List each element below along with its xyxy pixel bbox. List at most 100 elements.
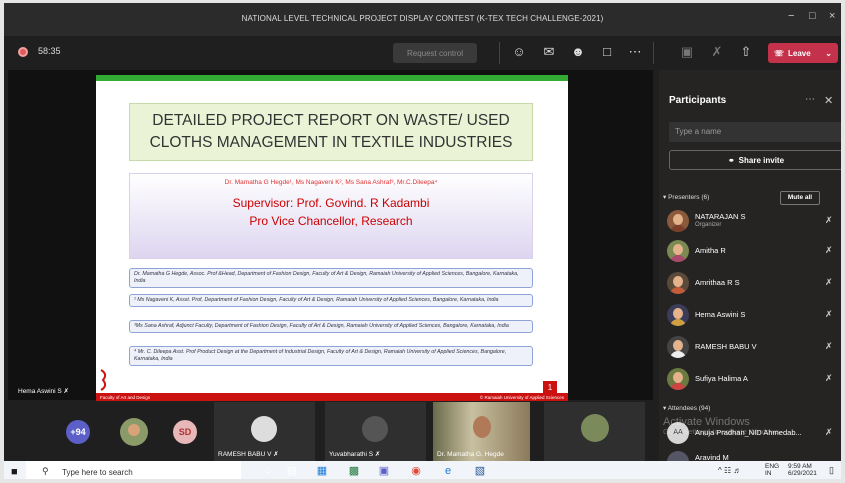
- task-view-icon[interactable]: ▤: [284, 463, 300, 479]
- participant-row[interactable]: RAMESH BABU V ✗: [667, 336, 843, 358]
- chrome-icon[interactable]: ◉: [408, 463, 424, 479]
- window-title-bar: NATIONAL LEVEL TECHNICAL PROJECT DISPLAY…: [0, 0, 845, 36]
- mic-off-icon[interactable]: ✗: [708, 44, 726, 60]
- word-icon[interactable]: ▧: [472, 463, 488, 479]
- avatar: [667, 240, 689, 262]
- participant-name: RAMESH BABU V: [695, 342, 757, 351]
- slide-supervisor: Supervisor: Prof. Govind. R Kadambi: [232, 196, 430, 210]
- participant-name: Amitha R: [695, 246, 726, 255]
- people-icon[interactable]: ☺: [510, 44, 528, 59]
- close-panel-icon[interactable]: ✕: [824, 94, 833, 107]
- participant-search-input[interactable]: Type a name: [669, 122, 843, 142]
- video-tile[interactable]: Yuvabharathi S ✗: [325, 402, 426, 461]
- minimize-button[interactable]: −: [788, 10, 794, 22]
- video-tile[interactable]: [544, 402, 645, 461]
- participant-row[interactable]: Aravind M: [667, 451, 843, 461]
- presenter-name: Hema Aswini S ✗: [18, 387, 69, 395]
- request-control-button[interactable]: Request control: [393, 43, 477, 63]
- meeting-timer: 58:35: [38, 46, 61, 56]
- file-explorer-icon[interactable]: ▦: [314, 463, 330, 479]
- cortana-icon[interactable]: ○: [260, 463, 276, 479]
- avatar: [667, 368, 689, 390]
- mic-off-icon: ✗: [825, 277, 833, 287]
- region-text: IN: [765, 470, 772, 477]
- rooms-icon[interactable]: □: [598, 44, 616, 59]
- affiliation-4: ⁴ Mr. C. Dileepa Asst. Prof Product Desi…: [129, 346, 533, 366]
- avatar: [251, 416, 277, 442]
- toolbar-divider: [653, 42, 654, 64]
- lang-text: ENG: [765, 463, 780, 470]
- avatar: [667, 272, 689, 294]
- teams-icon[interactable]: ▣: [376, 463, 392, 479]
- share-screen-icon[interactable]: ⇧: [737, 44, 755, 60]
- language-indicator[interactable]: ENG IN: [765, 463, 779, 477]
- slide-title-line1: DETAILED PROJECT REPORT ON WASTE/ USED: [152, 112, 510, 129]
- slide-footer-left: Faculty of Art and Design: [100, 394, 151, 400]
- windows-start-icon[interactable]: ■: [11, 466, 18, 478]
- university-logo-icon: [100, 369, 107, 391]
- reactions-icon[interactable]: ☻: [569, 44, 587, 59]
- participant-name: NATARAJAN S: [695, 212, 746, 221]
- share-invite-button[interactable]: ⚭ Share invite: [669, 150, 843, 170]
- clock[interactable]: 9:59 AM 6/29/2021: [788, 463, 817, 477]
- overflow-participants-button[interactable]: +94: [66, 420, 90, 444]
- maximize-button[interactable]: □: [809, 10, 816, 22]
- chevron-down-icon[interactable]: ⌄: [825, 49, 832, 58]
- slide-title-box: DETAILED PROJECT REPORT ON WASTE/ USED C…: [129, 103, 533, 161]
- time-text: 9:59 AM: [788, 463, 812, 470]
- speaker-face: [473, 416, 491, 438]
- close-button[interactable]: ×: [829, 10, 835, 22]
- search-icon: ⚲: [42, 466, 49, 476]
- attendees-label: Attendees (94): [667, 405, 711, 412]
- slide-footer-right: © Ramaiah University of Applied Sciences: [479, 394, 564, 400]
- video-tiles-strip: +94 SD RAMESH BABU V ✗ Yuvabharathi S ✗ …: [0, 402, 659, 461]
- participant-row[interactable]: Hema Aswini S ✗: [667, 304, 843, 326]
- edge-icon[interactable]: e: [440, 463, 456, 479]
- taskbar-search-input[interactable]: Type here to search: [26, 461, 241, 483]
- window-title: NATIONAL LEVEL TECHNICAL PROJECT DISPLAY…: [241, 13, 604, 23]
- avatar[interactable]: SD: [173, 420, 197, 444]
- slide-top-bar: [96, 75, 568, 81]
- mic-off-icon: ✗: [825, 427, 833, 437]
- excel-icon[interactable]: ▩: [346, 463, 362, 479]
- more-options-icon[interactable]: ⋯: [805, 94, 815, 105]
- avatar: [667, 304, 689, 326]
- recording-icon: [18, 47, 28, 57]
- mic-off-icon: ✗: [825, 215, 833, 225]
- presenters-section-header[interactable]: ▾ Presenters (6): [663, 193, 709, 201]
- avatar[interactable]: [120, 418, 148, 446]
- participant-role: Organizer: [695, 222, 722, 228]
- participant-name: Hema Aswini S: [695, 310, 746, 319]
- chat-icon[interactable]: ✉: [540, 44, 558, 60]
- video-tile-active[interactable]: Dr. Mamatha G. Hegde: [433, 402, 530, 461]
- toolbar-divider: [499, 42, 500, 64]
- mic-off-icon: ✗: [374, 451, 381, 458]
- video-tile[interactable]: RAMESH BABU V ✗: [214, 402, 315, 461]
- mic-off-icon: ✗: [825, 373, 833, 383]
- share-icon: ⚭: [727, 155, 735, 165]
- slide-authors: Dr. Mamatha G Hegde¹, Ms Nagaveni K², Ms…: [224, 179, 438, 186]
- avatar: [362, 416, 388, 442]
- attendees-section-header[interactable]: ▾ Attendees (94): [663, 404, 710, 412]
- more-actions-icon[interactable]: ⋯: [626, 44, 644, 60]
- participant-row[interactable]: Sufiya Halima A ✗: [667, 368, 843, 390]
- participant-name: Aravind M: [695, 453, 729, 461]
- tile-name: RAMESH BABU V ✗: [218, 451, 279, 458]
- mute-all-button[interactable]: Mute all: [780, 191, 820, 205]
- presentation-slide: DETAILED PROJECT REPORT ON WASTE/ USED C…: [96, 75, 568, 401]
- camera-off-icon[interactable]: ▣: [678, 44, 696, 60]
- affiliation-1: Dr. Mamatha G Hegde, Assoc. Prof &Head, …: [129, 268, 533, 288]
- tray-icons[interactable]: ^ ☷ ♬: [718, 466, 741, 475]
- slide-supervisor-title: Pro Vice Chancellor, Research: [249, 214, 413, 228]
- participant-row[interactable]: Amitha R ✗: [667, 240, 843, 262]
- notification-icon[interactable]: ▯: [829, 465, 834, 476]
- presenter-name-text: Hema Aswini S: [18, 388, 62, 395]
- mic-off-icon: ✗: [63, 388, 69, 395]
- tile-name: Dr. Mamatha G. Hegde: [437, 451, 504, 458]
- participant-row[interactable]: NATARAJAN S Organizer ✗: [667, 210, 843, 232]
- leave-button[interactable]: ☏ Leave ⌄: [768, 43, 838, 63]
- avatar: [667, 210, 689, 232]
- activate-windows-watermark: Activate Windows Go to Settings to activ…: [663, 417, 781, 437]
- affiliation-2: ² Ms Nagaveni K, Assst. Prof, Department…: [129, 294, 533, 307]
- participant-row[interactable]: Amrithaa R S ✗: [667, 272, 843, 294]
